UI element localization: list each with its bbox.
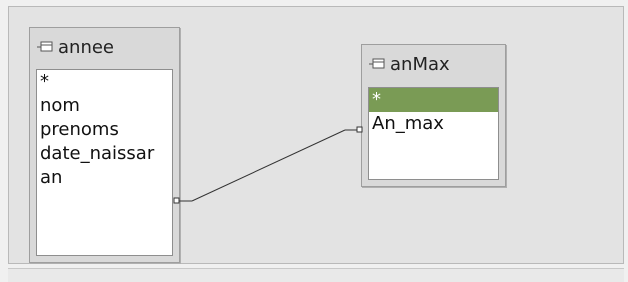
- relation-line[interactable]: [0, 0, 628, 282]
